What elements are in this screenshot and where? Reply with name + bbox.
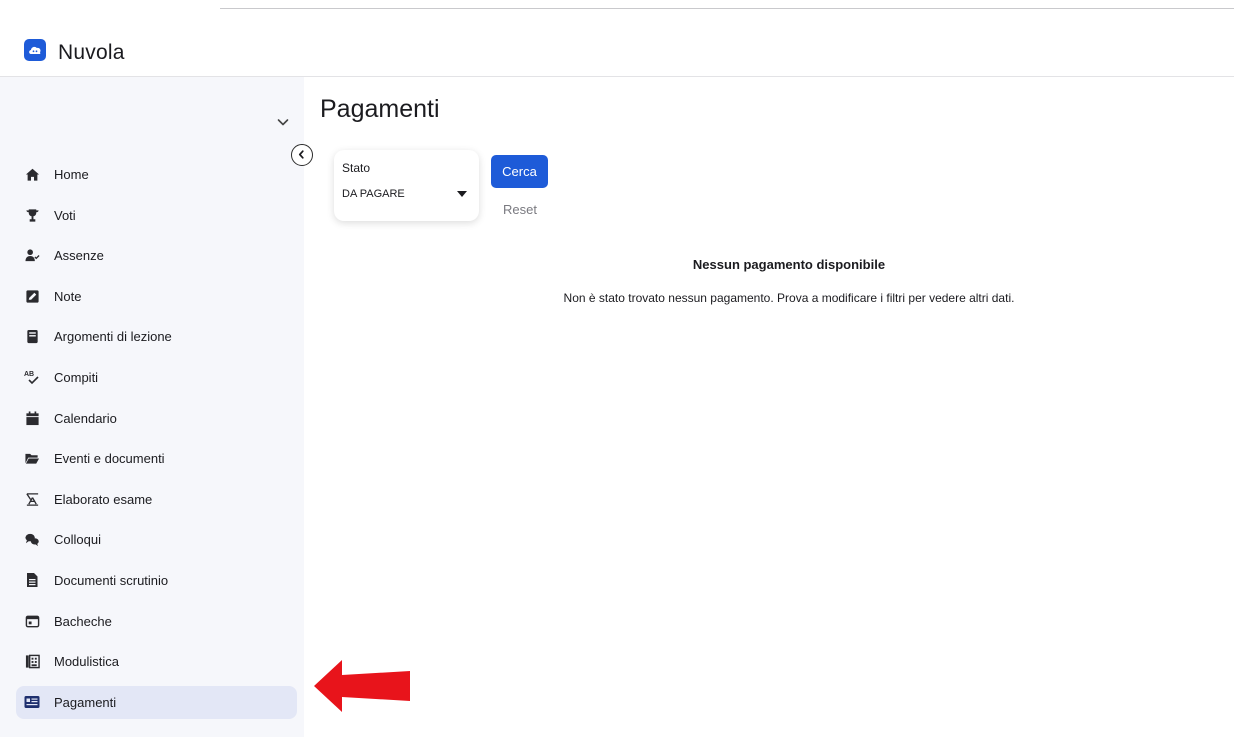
book-icon: [24, 329, 40, 345]
sidebar-item-label: Assenze: [54, 248, 104, 264]
sidebar-item-label: Compiti: [54, 369, 99, 385]
sidebar-item-label: Pagamenti: [54, 694, 117, 710]
sidebar-item-assenze[interactable]: Assenze: [16, 239, 297, 272]
main-content: Pagamenti Stato DA PAGARE Cerca Reset Ne…: [304, 77, 1234, 737]
sidebar-item-label: Documenti scrutinio: [54, 572, 169, 588]
sidebar-item-label: Voti: [54, 207, 76, 223]
status-filter-value[interactable]: DA PAGARE: [342, 188, 405, 200]
sidebar-item-label: Home: [54, 167, 89, 182]
sidebar-item-voti[interactable]: Voti: [16, 199, 297, 232]
document-icon: [24, 572, 40, 588]
id-card-icon: [24, 694, 40, 710]
chat-icon: [24, 532, 40, 548]
sidebar-item-documenti[interactable]: Documenti scrutinio: [16, 564, 297, 597]
sidebar-item-label: Colloqui: [54, 532, 101, 548]
chevron-down-icon[interactable]: [274, 113, 292, 131]
forms-icon: [24, 654, 40, 670]
sidebar-item-argomenti[interactable]: Argomenti di lezione: [16, 320, 297, 353]
sidebar-item-calendario[interactable]: Calendario: [16, 402, 297, 435]
sidebar-item-note[interactable]: Note: [16, 280, 297, 313]
nuvola-logo-icon[interactable]: [24, 39, 46, 61]
caret-down-icon[interactable]: [457, 191, 467, 197]
red-arrow-icon: [314, 660, 410, 712]
sidebar-item-label: Eventi e documenti: [54, 451, 165, 467]
note-icon: [24, 288, 40, 304]
board-icon: [24, 613, 40, 629]
spellcheck-icon: AB: [24, 369, 40, 385]
sidebar-item-label: Bacheche: [54, 613, 112, 629]
sidebar: Home Voti Assenze Note Argomenti di lezi…: [0, 77, 304, 737]
sidebar-item-home[interactable]: Home: [16, 158, 297, 191]
user-check-icon: [24, 248, 40, 264]
chevron-left-icon: [298, 150, 304, 159]
trophy-icon: [24, 207, 40, 223]
top-divider: [220, 8, 1234, 9]
empty-state-title: Nessun pagamento disponibile: [692, 257, 886, 272]
sidebar-item-label: Elaborato esame: [54, 491, 153, 507]
compass-icon: [24, 491, 40, 507]
sidebar-item-label: Argomenti di lezione: [54, 329, 172, 345]
sidebar-item-elaborato[interactable]: Elaborato esame: [16, 483, 297, 516]
folder-icon: [24, 451, 40, 467]
svg-text:AB: AB: [24, 371, 34, 378]
sidebar-item-bacheche[interactable]: Bacheche: [16, 605, 297, 638]
sidebar-item-colloqui[interactable]: Colloqui: [16, 523, 297, 556]
calendar-icon: [24, 410, 40, 426]
sidebar-nav: Home Voti Assenze Note Argomenti di lezi…: [16, 158, 297, 726]
app-title: Nuvola: [58, 41, 125, 64]
app-header: Nuvola: [0, 10, 1234, 77]
sidebar-item-pagamenti[interactable]: Pagamenti: [16, 685, 297, 719]
status-filter[interactable]: Stato DA PAGARE: [334, 150, 479, 221]
home-icon: [24, 167, 40, 183]
reset-button[interactable]: Reset: [503, 202, 537, 217]
sidebar-item-label: Calendario: [54, 410, 117, 426]
sidebar-item-label: Modulistica: [54, 654, 120, 670]
sidebar-item-eventi[interactable]: Eventi e documenti: [16, 442, 297, 475]
status-filter-label: Stato: [342, 161, 371, 175]
collapse-sidebar-button[interactable]: [291, 144, 313, 166]
sidebar-item-compiti[interactable]: AB Compiti: [16, 361, 297, 394]
empty-state-description: Non è stato trovato nessun pagamento. Pr…: [563, 291, 1015, 305]
top-strip: [0, 0, 1234, 10]
page-title: Pagamenti: [320, 95, 440, 123]
sidebar-item-label: Note: [54, 288, 82, 304]
sidebar-item-modulistica[interactable]: Modulistica: [16, 645, 297, 678]
search-button[interactable]: Cerca: [491, 155, 548, 188]
